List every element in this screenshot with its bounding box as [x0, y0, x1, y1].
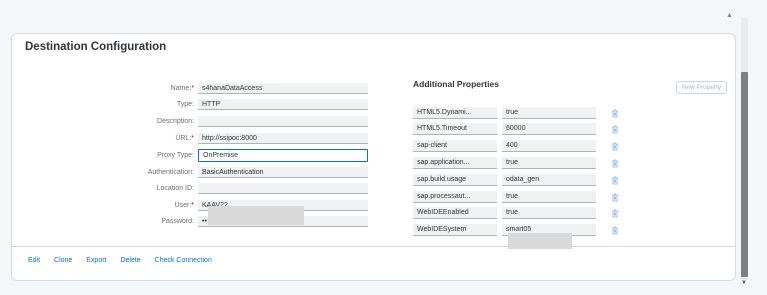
property-name[interactable]: WebIDEEnabled: [413, 207, 497, 219]
card-title: Destination Configuration: [25, 41, 167, 53]
property-name[interactable]: sap.application...: [413, 157, 497, 169]
new-property-button[interactable]: New Property: [676, 81, 727, 94]
export-button[interactable]: Export: [86, 257, 106, 264]
description-label: Description:: [157, 118, 194, 125]
trash-icon[interactable]: [610, 108, 620, 118]
property-name[interactable]: HTML5.Timeout: [413, 123, 497, 135]
name-field[interactable]: s4hanaDataAccess: [198, 83, 368, 94]
property-value[interactable]: 60000: [502, 123, 596, 135]
trash-icon[interactable]: [610, 124, 620, 134]
proxy-type-select[interactable]: OnPremise: [198, 149, 368, 162]
delete-button[interactable]: Delete: [120, 257, 140, 264]
required-marker: *: [191, 202, 194, 209]
authentication-select[interactable]: BasicAuthentication: [198, 167, 368, 178]
scrollbar-thumb[interactable]: [741, 72, 748, 277]
url-field[interactable]: http://ssipoc:8000: [198, 133, 368, 144]
scroll-up-icon[interactable]: ▲: [726, 12, 733, 19]
clone-button[interactable]: Clone: [54, 257, 72, 264]
property-value[interactable]: true: [502, 157, 596, 169]
password-label: Password:: [161, 218, 194, 225]
property-name[interactable]: sap.build.usage: [413, 174, 497, 186]
check-connection-button[interactable]: Check Connection: [155, 257, 212, 264]
property-value[interactable]: 400: [502, 140, 596, 152]
name-label: Name:*: [170, 85, 194, 92]
property-name[interactable]: sap.processaut...: [413, 191, 497, 203]
redaction-box: [208, 206, 304, 225]
required-marker: *: [191, 85, 194, 92]
property-name[interactable]: WebIDESystem: [413, 224, 497, 236]
type-label: Type:: [176, 101, 194, 108]
property-value[interactable]: true: [502, 107, 596, 119]
property-value[interactable]: odata_gen: [502, 174, 596, 186]
trash-icon[interactable]: [610, 225, 620, 235]
user-label: User:*: [174, 202, 194, 209]
footer-divider: [12, 246, 735, 247]
action-bar: Edit Clone Export Delete Check Connectio…: [28, 257, 224, 264]
description-field[interactable]: [198, 116, 368, 127]
edit-button[interactable]: Edit: [28, 257, 40, 264]
trash-icon[interactable]: [610, 192, 620, 202]
property-value[interactable]: true: [502, 191, 596, 203]
trash-icon[interactable]: [610, 141, 620, 151]
scroll-down-icon[interactable]: ▼: [741, 280, 747, 286]
location-id-label: Location ID:: [156, 185, 194, 192]
top-strip: [0, 0, 767, 22]
type-field[interactable]: HTTP: [198, 99, 368, 110]
property-name[interactable]: sap-client: [413, 140, 497, 152]
location-id-field[interactable]: [198, 183, 368, 194]
proxy-type-label: Proxy Type:: [157, 152, 194, 159]
required-marker: *: [191, 135, 194, 142]
trash-icon[interactable]: [610, 208, 620, 218]
destination-configuration-card: Destination Configuration Name:* s4hanaD…: [11, 33, 736, 281]
authentication-label: Authentication:: [147, 169, 194, 176]
trash-icon[interactable]: [610, 175, 620, 185]
trash-icon[interactable]: [610, 158, 620, 168]
property-name[interactable]: HTML5.Dynami...: [413, 107, 497, 119]
url-label: URL:*: [175, 135, 194, 142]
property-value[interactable]: true: [502, 207, 596, 219]
additional-properties-title: Additional Properties: [413, 79, 499, 89]
